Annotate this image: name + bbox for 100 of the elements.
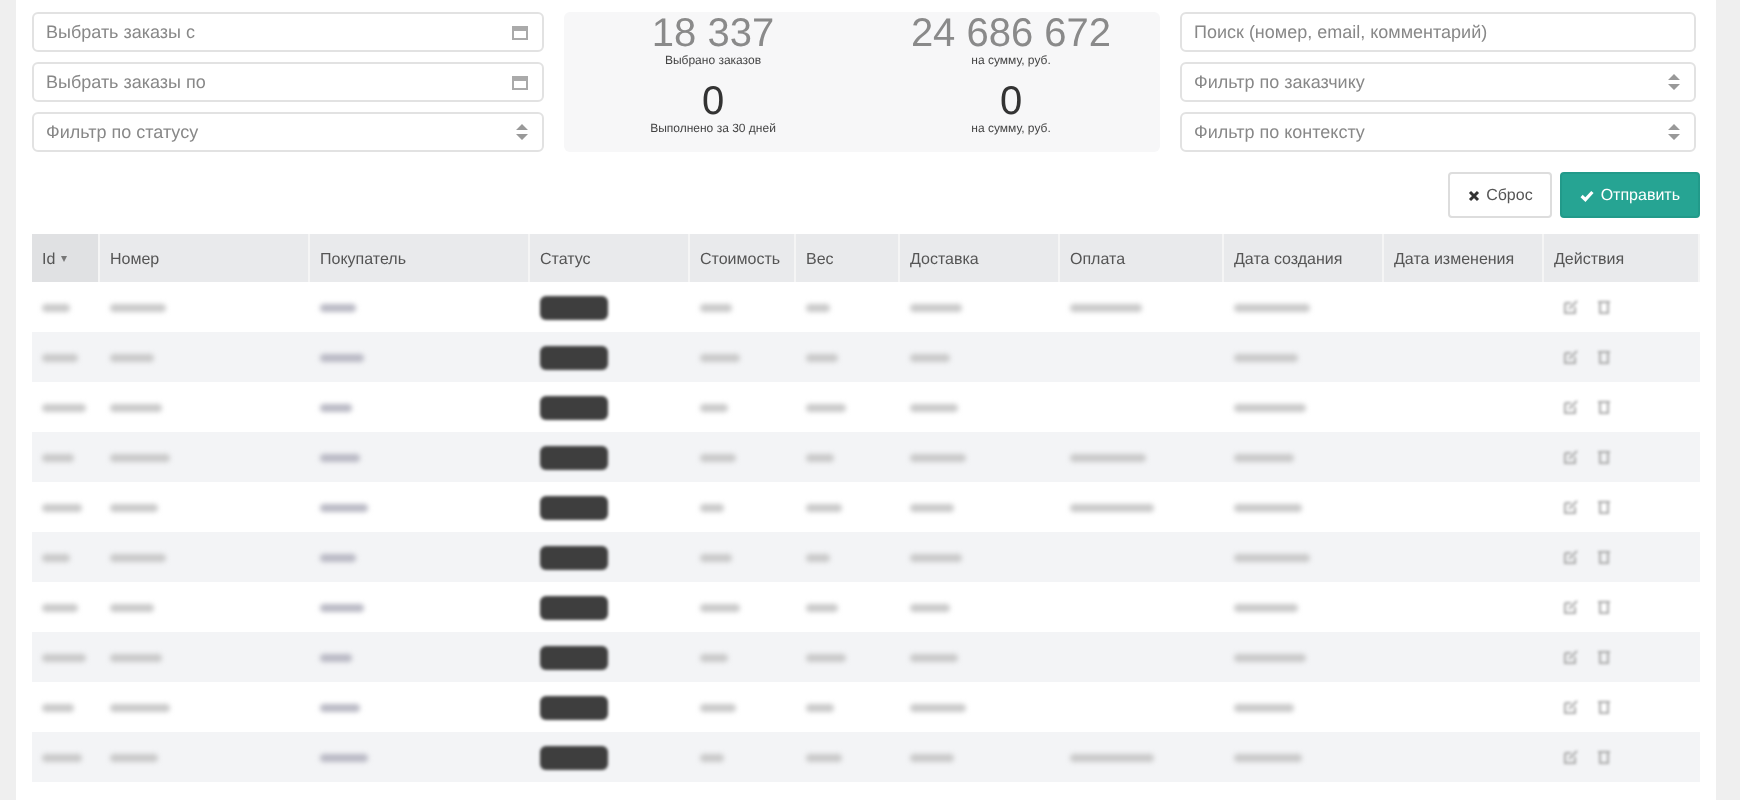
reset-button[interactable]: Сброс — [1448, 172, 1553, 218]
blurred-text — [1234, 653, 1306, 661]
blurred-text — [1070, 503, 1154, 511]
blurred-text — [1070, 303, 1142, 311]
blurred-text — [910, 303, 962, 311]
blurred-text — [42, 453, 74, 461]
column-header[interactable]: Доставка — [910, 234, 979, 282]
blurred-text — [910, 603, 950, 611]
blurred-text — [910, 653, 958, 661]
blurred-text — [806, 453, 834, 461]
blurred-text — [1234, 353, 1298, 361]
status-badge — [540, 545, 608, 569]
blurred-text — [1234, 753, 1302, 761]
edit-icon[interactable] — [1564, 450, 1578, 464]
column-header[interactable]: Действия — [1554, 234, 1625, 282]
blurred-text — [42, 403, 86, 411]
column-header[interactable]: Статус — [540, 234, 591, 282]
trash-icon[interactable] — [1598, 550, 1610, 564]
trash-icon[interactable] — [1598, 350, 1610, 364]
date-field[interactable]: Выбрать заказы по — [32, 62, 544, 102]
edit-icon[interactable] — [1564, 300, 1578, 314]
status-badge — [540, 395, 608, 419]
blurred-text — [320, 753, 368, 761]
blurred-text — [700, 453, 736, 461]
trash-icon[interactable] — [1598, 450, 1610, 464]
blurred-text — [806, 303, 830, 311]
column-header[interactable]: Номер — [110, 234, 160, 282]
edit-icon[interactable] — [1564, 700, 1578, 714]
blurred-text — [700, 503, 724, 511]
blurred-text — [320, 553, 356, 561]
table-row[interactable] — [32, 332, 1700, 382]
trash-icon[interactable] — [1598, 750, 1610, 764]
trash-icon[interactable] — [1598, 650, 1610, 664]
edit-icon[interactable] — [1564, 650, 1578, 664]
edit-icon[interactable] — [1564, 350, 1578, 364]
status-badge — [540, 595, 608, 619]
blurred-text — [42, 303, 70, 311]
blurred-text — [110, 503, 158, 511]
blurred-text — [1234, 603, 1298, 611]
blurred-text — [1234, 453, 1294, 461]
date-field[interactable]: Выбрать заказы с — [32, 12, 544, 52]
blurred-text — [42, 503, 82, 511]
column-header[interactable]: Дата создания — [1234, 234, 1343, 282]
blurred-text — [320, 503, 368, 511]
blurred-text — [806, 703, 834, 711]
column-header[interactable]: Вес — [806, 234, 834, 282]
blurred-text — [42, 553, 70, 561]
column-header[interactable]: Покупатель — [320, 234, 406, 282]
blurred-text — [806, 503, 842, 511]
edit-icon[interactable] — [1564, 550, 1578, 564]
column-header[interactable]: Оплата — [1070, 234, 1126, 282]
column-header[interactable]: Id — [42, 234, 56, 282]
blurred-text — [700, 653, 728, 661]
blurred-text — [1234, 503, 1302, 511]
blurred-text — [320, 353, 364, 361]
stat-value: 24 686 672 — [910, 12, 1112, 56]
blurred-text — [806, 403, 846, 411]
table-row[interactable] — [32, 732, 1700, 782]
table-row[interactable] — [32, 632, 1700, 682]
calendar-icon — [512, 74, 528, 90]
trash-icon[interactable] — [1598, 500, 1610, 514]
blurred-text — [806, 603, 838, 611]
table-row[interactable] — [32, 432, 1700, 482]
close-icon — [1468, 189, 1481, 201]
blurred-text — [806, 553, 830, 561]
blurred-text — [700, 403, 728, 411]
status-badge — [540, 445, 608, 469]
blurred-text — [910, 703, 966, 711]
blurred-text — [110, 403, 162, 411]
edit-icon[interactable] — [1564, 400, 1578, 414]
blurred-text — [42, 653, 86, 661]
trash-icon[interactable] — [1598, 300, 1610, 314]
trash-icon[interactable] — [1598, 600, 1610, 614]
sort-arrows-icon — [1668, 123, 1680, 141]
blurred-text — [320, 603, 364, 611]
column-header[interactable]: Дата изменения — [1394, 234, 1515, 282]
trash-icon[interactable] — [1598, 400, 1610, 414]
table-row[interactable] — [32, 532, 1700, 582]
status-badge — [540, 345, 608, 369]
blurred-text — [42, 753, 82, 761]
blurred-text — [1234, 553, 1310, 561]
blurred-text — [320, 453, 360, 461]
filter-dropdown[interactable]: Фильтр по заказчику — [1180, 62, 1696, 102]
edit-icon[interactable] — [1564, 750, 1578, 764]
blurred-text — [110, 603, 154, 611]
search-field[interactable]: Поиск (номер, email, комментарий) — [1180, 12, 1696, 52]
blurred-text — [1234, 403, 1306, 411]
blurred-text — [700, 303, 732, 311]
column-header[interactable]: Стоимость — [700, 234, 781, 282]
stat-value: 0 — [701, 80, 725, 124]
trash-icon[interactable] — [1598, 700, 1610, 714]
status-badge — [540, 695, 608, 719]
edit-icon[interactable] — [1564, 600, 1578, 614]
blurred-text — [910, 403, 958, 411]
edit-icon[interactable] — [1564, 500, 1578, 514]
filter-dropdown[interactable]: Фильтр по статусу — [32, 112, 544, 152]
blurred-text — [110, 303, 166, 311]
filter-dropdown[interactable]: Фильтр по контексту — [1180, 112, 1696, 152]
stat-value: 0 — [999, 80, 1023, 124]
status-badge — [540, 495, 608, 519]
